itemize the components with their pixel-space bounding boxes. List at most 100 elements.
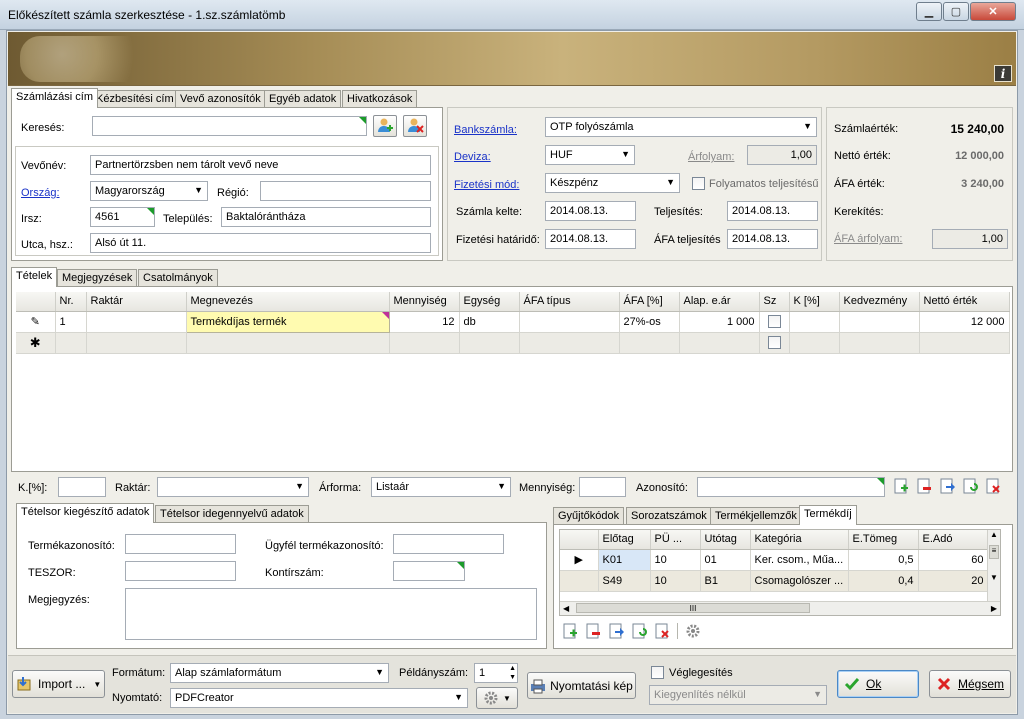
product-id-field[interactable] xyxy=(125,534,236,554)
info-button[interactable]: i xyxy=(994,65,1012,82)
remove-partner-button[interactable] xyxy=(403,115,427,137)
tab-customer-ids[interactable]: Vevő azonosítók xyxy=(175,90,266,108)
delete-row-icon[interactable] xyxy=(654,623,670,639)
sz-checkbox[interactable] xyxy=(767,315,781,328)
new-row-cell[interactable] xyxy=(389,332,460,354)
column-header[interactable]: Kategória xyxy=(750,530,849,550)
move-row-icon[interactable] xyxy=(939,478,955,494)
column-header[interactable]: ÁFA típus xyxy=(519,292,620,312)
tab-line-foreign[interactable]: Tételsor idegennyelvű adatok xyxy=(155,505,309,523)
tab-attachments[interactable]: Csatolmányok xyxy=(138,269,218,287)
tab-billing-address[interactable]: Számlázási cím xyxy=(11,88,99,108)
column-header[interactable]: K [%] xyxy=(789,292,840,312)
refresh-row-icon[interactable] xyxy=(631,623,647,639)
payment-method-select[interactable]: Készpénz ▼ xyxy=(545,173,680,193)
cell-weight[interactable]: 0,4 xyxy=(848,570,919,592)
printer-settings-button[interactable]: ▼ xyxy=(476,687,518,709)
column-header[interactable]: ÁFA [%] xyxy=(619,292,680,312)
country-select[interactable]: Magyarország ▼ xyxy=(90,181,208,201)
tab-serial-numbers[interactable]: Sorozatszámok xyxy=(626,507,712,525)
scroll-thumb[interactable]: ≡ xyxy=(989,545,999,559)
new-row-cell[interactable] xyxy=(839,332,920,354)
import-button[interactable]: Import ... ▼ xyxy=(12,670,105,698)
column-header[interactable]: Raktár xyxy=(86,292,187,312)
city-field[interactable]: Baktalórántháza xyxy=(221,207,431,227)
tab-delivery-address[interactable]: Kézbesítési cím xyxy=(91,90,179,108)
column-header[interactable]: Mennyiség xyxy=(389,292,460,312)
region-field[interactable] xyxy=(260,181,431,201)
cell-unit-price[interactable]: 1 000 xyxy=(679,311,760,333)
refresh-row-icon[interactable] xyxy=(962,478,978,494)
stepper-arrows-icon[interactable]: ▲ ▼ xyxy=(509,664,516,682)
column-header[interactable]: E.Tömeg xyxy=(848,530,919,550)
client-product-id-field[interactable] xyxy=(393,534,504,554)
issue-date-field[interactable]: 2014.08.13. xyxy=(545,201,636,221)
search-input[interactable] xyxy=(92,116,367,136)
column-header[interactable]: Utótag xyxy=(700,530,751,550)
payment-method-link[interactable]: Fizetési mód: xyxy=(454,179,519,191)
cell-net[interactable]: 12 000 xyxy=(919,311,1010,333)
cell-weight[interactable]: 0,5 xyxy=(848,549,919,571)
cell-suffix[interactable]: B1 xyxy=(700,570,751,592)
new-row-cell[interactable] xyxy=(459,332,520,354)
column-header[interactable]: PÜ ... xyxy=(650,530,701,550)
column-header[interactable]: Nettó érték xyxy=(919,292,1010,312)
column-header[interactable]: Előtag xyxy=(598,530,651,550)
fulfilment-date-field[interactable]: 2014.08.13. xyxy=(727,201,818,221)
new-row-cell[interactable] xyxy=(919,332,1010,354)
column-header[interactable]: Nr. xyxy=(55,292,87,312)
vat-fulfilment-date-field[interactable]: 2014.08.13. xyxy=(727,229,818,249)
finalize-checkbox[interactable] xyxy=(651,666,664,679)
quantity-field[interactable] xyxy=(579,477,626,497)
column-header[interactable]: Alap. e.ár xyxy=(679,292,760,312)
remove-row-icon[interactable] xyxy=(916,478,932,494)
sz-checkbox[interactable] xyxy=(767,336,781,349)
cell-prefix[interactable]: S49 xyxy=(598,570,651,592)
remove-row-icon[interactable] xyxy=(585,623,601,639)
warehouse-select[interactable]: ▼ xyxy=(157,477,309,497)
add-partner-button[interactable] xyxy=(373,115,397,137)
cell-product-name[interactable]: Termékdíjas termék xyxy=(185,310,390,333)
tab-product-attributes[interactable]: Termékjellemzők xyxy=(710,507,802,525)
id-field[interactable] xyxy=(697,477,885,497)
column-header[interactable]: Kedvezmény xyxy=(839,292,920,312)
bank-account-link[interactable]: Bankszámla: xyxy=(454,124,517,136)
print-preview-button[interactable]: Nyomtatási kép xyxy=(527,672,636,699)
cell-category[interactable]: Ker. csom., Műa... xyxy=(750,549,849,571)
new-row-cell[interactable] xyxy=(759,332,790,354)
tab-notes[interactable]: Megjegyzések xyxy=(57,269,138,287)
format-select[interactable]: Alap számlaformátum ▼ xyxy=(170,663,389,683)
column-header[interactable]: Egység xyxy=(459,292,520,312)
street-field[interactable]: Alsó út 11. xyxy=(90,233,431,253)
currency-select[interactable]: HUF ▼ xyxy=(545,145,635,165)
new-row-cell[interactable] xyxy=(679,332,760,354)
cell-tax[interactable]: 60 xyxy=(918,549,989,571)
cell-unit[interactable]: db xyxy=(459,311,520,333)
column-header[interactable]: Sz xyxy=(759,292,790,312)
cell-category[interactable]: Csomagolószer ... xyxy=(750,570,849,592)
maximize-button[interactable]: ▢ xyxy=(943,2,969,21)
cell-nr[interactable]: 1 xyxy=(55,311,87,333)
column-header[interactable]: Megnevezés xyxy=(186,292,390,312)
currency-link[interactable]: Deviza: xyxy=(454,151,491,163)
bank-account-select[interactable]: OTP folyószámla ▼ xyxy=(545,117,817,137)
tab-items[interactable]: Tételek xyxy=(11,267,58,287)
note-textarea[interactable] xyxy=(125,588,537,640)
country-link[interactable]: Ország: xyxy=(21,187,60,199)
new-row-cell[interactable] xyxy=(619,332,680,354)
new-row-cell[interactable] xyxy=(519,332,620,354)
delete-row-icon[interactable] xyxy=(985,478,1001,494)
zip-field[interactable]: 4561 xyxy=(90,207,155,227)
tab-other-data[interactable]: Egyéb adatok xyxy=(264,90,342,108)
minimize-button[interactable]: ▁ xyxy=(916,2,942,21)
customer-name-field[interactable]: Partnertörzsben nem tárolt vevő neve xyxy=(90,155,431,175)
new-row-cell[interactable] xyxy=(186,332,390,354)
printer-select[interactable]: PDFCreator ▼ xyxy=(170,688,468,708)
fee-vertical-scrollbar[interactable]: ▲ ≡ ▼ xyxy=(987,530,1000,601)
k-field[interactable] xyxy=(58,477,106,497)
cancel-button[interactable]: Mégsem xyxy=(929,670,1011,698)
continuous-checkbox[interactable] xyxy=(692,177,705,190)
tab-line-extra[interactable]: Tételsor kiegészítő adatok xyxy=(16,503,155,523)
copies-stepper[interactable]: 1 ▲ ▼ xyxy=(474,663,518,683)
add-row-icon[interactable] xyxy=(893,478,909,494)
